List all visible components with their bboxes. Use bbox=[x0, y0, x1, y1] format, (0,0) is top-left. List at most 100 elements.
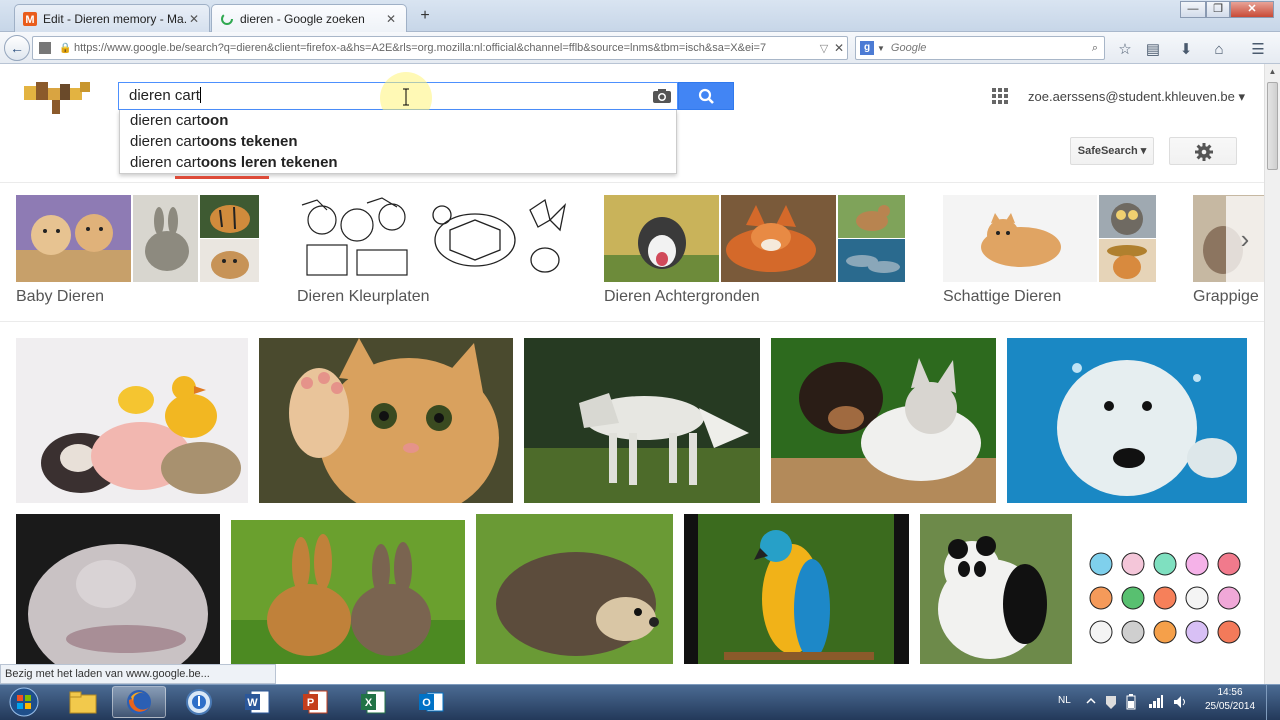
battery-icon[interactable] bbox=[1124, 694, 1138, 710]
url-dropdown-icon[interactable]: ▽ bbox=[817, 42, 831, 55]
system-clock[interactable]: 14:56 25/05/2014 bbox=[1200, 686, 1260, 714]
show-desktop-button[interactable] bbox=[1266, 684, 1280, 720]
related-label: Grappige bbox=[1193, 288, 1259, 305]
url-clear-icon[interactable]: ✕ bbox=[831, 41, 847, 55]
google-doodle-logo[interactable] bbox=[22, 78, 92, 116]
camera-icon[interactable] bbox=[652, 88, 672, 104]
google-engine-icon[interactable]: g bbox=[860, 41, 874, 55]
taskbar-explorer-button[interactable] bbox=[56, 686, 110, 718]
related-label: Baby Dieren bbox=[16, 288, 105, 305]
firefox-icon bbox=[127, 690, 151, 714]
scroll-thumb[interactable] bbox=[1267, 82, 1278, 170]
language-indicator[interactable]: NL bbox=[1058, 695, 1071, 706]
suggestion-completion: oons leren tekenen bbox=[200, 154, 338, 171]
result-image-cartoon-animals[interactable] bbox=[1083, 514, 1247, 664]
kitten-hat-image bbox=[1099, 239, 1156, 282]
result-image-puppy-and-cat[interactable] bbox=[771, 338, 996, 503]
vertical-scrollbar[interactable]: ▲ bbox=[1264, 64, 1280, 684]
tab-edit-dieren-memory[interactable]: M Edit - Dieren memory - Ma... ✕ bbox=[14, 4, 210, 32]
tab-close-icon[interactable]: ✕ bbox=[187, 12, 201, 26]
result-image-animals-together[interactable] bbox=[16, 338, 248, 503]
puppies-basket-image bbox=[16, 195, 131, 282]
tab-strip: M Edit - Dieren memory - Ma... ✕ dieren … bbox=[0, 0, 1280, 33]
related-label: Dieren Achtergronden bbox=[604, 288, 760, 305]
url-text: https://www.google.be/search?q=dieren&cl… bbox=[74, 42, 767, 54]
downloads-icon[interactable]: ⬇ bbox=[1176, 40, 1196, 60]
menu-icon[interactable]: ☰ bbox=[1248, 40, 1268, 60]
result-image-polar-bear[interactable] bbox=[1007, 338, 1247, 503]
images-tab-indicator bbox=[175, 176, 269, 179]
taskbar-excel-button[interactable]: X bbox=[346, 686, 400, 718]
suggestion-prefix: dieren cart bbox=[130, 154, 201, 171]
rabbit-image bbox=[133, 195, 198, 282]
loading-spinner-icon bbox=[221, 13, 233, 25]
show-hidden-icons-icon[interactable] bbox=[1086, 696, 1096, 706]
account-menu[interactable]: zoe.aerssens@student.khleuven.be ▾ bbox=[1028, 89, 1245, 105]
result-image-panda[interactable] bbox=[920, 514, 1072, 664]
maximize-button[interactable]: ❐ bbox=[1206, 1, 1230, 18]
tab-dieren-google-zoeken[interactable]: dieren - Google zoeken ✕ bbox=[211, 4, 407, 33]
taskbar-firefox-button[interactable] bbox=[112, 686, 166, 718]
close-window-button[interactable]: ✕ bbox=[1230, 1, 1274, 18]
engine-dropdown-icon[interactable]: ▼ bbox=[877, 44, 885, 53]
chevron-right-icon[interactable]: › bbox=[1226, 196, 1264, 282]
result-image-blobfish[interactable] bbox=[16, 514, 220, 664]
suggestion-completion: oon bbox=[200, 112, 229, 129]
home-icon[interactable]: ⌂ bbox=[1209, 40, 1229, 60]
svg-text:O: O bbox=[422, 697, 431, 709]
scroll-up-icon[interactable]: ▲ bbox=[1265, 64, 1280, 80]
taskbar-powerpoint-button[interactable]: P bbox=[288, 686, 342, 718]
url-bar[interactable]: 🔒 https://www.google.be/search?q=dieren&… bbox=[32, 36, 848, 60]
apps-grid-icon[interactable] bbox=[992, 88, 1008, 104]
text-caret bbox=[199, 87, 201, 103]
bookmarks-list-icon[interactable]: ▤ bbox=[1143, 40, 1163, 60]
search-icon bbox=[698, 88, 714, 104]
taskbar-word-button[interactable]: W bbox=[230, 686, 284, 718]
network-signal-icon[interactable] bbox=[1148, 694, 1164, 708]
related-label: Dieren Kleurplaten bbox=[297, 288, 430, 305]
result-image-rabbits-kissing[interactable] bbox=[231, 520, 465, 664]
action-center-icon[interactable] bbox=[1104, 694, 1118, 710]
chevron-down-icon: ▾ bbox=[1238, 89, 1246, 104]
kitten-image bbox=[943, 195, 1097, 282]
site-identity-icon[interactable] bbox=[39, 42, 51, 54]
windows-start-icon[interactable] bbox=[4, 686, 44, 718]
screen: M Edit - Dieren memory - Ma... ✕ dieren … bbox=[0, 0, 1280, 720]
tab-close-icon[interactable]: ✕ bbox=[384, 12, 398, 26]
suggestion-item[interactable]: dieren cartoons leren tekenen bbox=[120, 152, 676, 173]
navigation-bar: ← 🔒 https://www.google.be/search?q=diere… bbox=[0, 32, 1280, 64]
suggestion-item[interactable]: dieren cartoon bbox=[120, 110, 676, 131]
folder-icon bbox=[69, 691, 97, 714]
bookmark-star-icon[interactable]: ☆ bbox=[1115, 40, 1135, 60]
related-label: Schattige Dieren bbox=[943, 288, 1062, 305]
suggestion-completion: oons tekenen bbox=[200, 133, 298, 150]
taskbar-outlook-button[interactable]: O bbox=[404, 686, 458, 718]
new-tab-button[interactable]: + bbox=[416, 6, 434, 26]
gear-icon bbox=[1195, 143, 1213, 161]
safesearch-button[interactable]: SafeSearch ▾ bbox=[1070, 137, 1154, 165]
search-button[interactable] bbox=[678, 82, 734, 110]
account-email: zoe.aerssens@student.khleuven.be bbox=[1028, 89, 1235, 104]
taskbar-itunes-button[interactable] bbox=[172, 686, 226, 718]
result-image-shark-horse[interactable] bbox=[524, 338, 760, 503]
svg-text:P: P bbox=[307, 697, 314, 709]
settings-button[interactable] bbox=[1169, 137, 1237, 165]
outlook-icon: O bbox=[419, 692, 444, 712]
status-bar: Bezig met het laden van www.google.be... bbox=[0, 664, 276, 684]
svg-text:M: M bbox=[25, 14, 34, 26]
excel-icon: X bbox=[361, 690, 386, 714]
husky-puppy-image bbox=[604, 195, 719, 282]
result-image-hedgehog[interactable] bbox=[476, 514, 673, 664]
back-button[interactable]: ← bbox=[4, 35, 30, 61]
tiger-cub-image bbox=[200, 195, 259, 238]
coloring-page-turtle-image bbox=[420, 195, 570, 282]
powerpoint-icon: P bbox=[303, 690, 328, 714]
mahara-favicon-icon: M bbox=[23, 11, 37, 26]
suggestion-item[interactable]: dieren cartoons tekenen bbox=[120, 131, 676, 152]
result-image-kitten-paw[interactable] bbox=[259, 338, 513, 503]
result-image-parrot[interactable] bbox=[684, 514, 909, 664]
browser-search-box[interactable]: g ▼ Google ⌕ bbox=[855, 36, 1105, 60]
search-icon[interactable]: ⌕ bbox=[1086, 42, 1104, 55]
volume-icon[interactable] bbox=[1172, 694, 1188, 710]
minimize-button[interactable]: — bbox=[1180, 1, 1206, 18]
